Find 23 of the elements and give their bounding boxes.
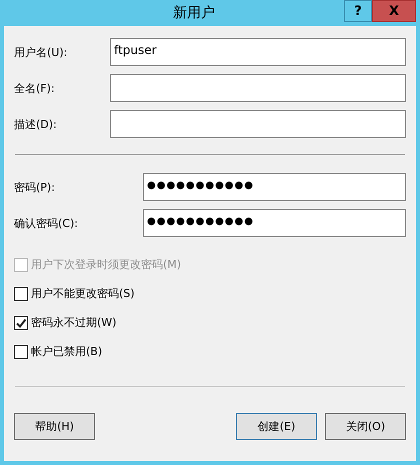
- field-label: 描述(D):: [14, 116, 57, 132]
- password-field[interactable]: ●●●●●●●●●●●: [143, 209, 406, 237]
- field-label: 全名(F):: [14, 80, 55, 96]
- checkbox[interactable]: [14, 286, 28, 300]
- field-label: 密码(P):: [14, 180, 55, 194]
- help-button[interactable]: ?: [344, 0, 372, 22]
- checkbox-label: 帐户已禁用(B): [31, 344, 102, 359]
- close-button[interactable]: X: [372, 0, 416, 22]
- field-label: 确认密码(C):: [14, 216, 78, 230]
- create-button[interactable]: 创建(E): [236, 413, 317, 440]
- checkbox[interactable]: [14, 344, 28, 358]
- help-button[interactable]: 帮助(H): [14, 413, 95, 440]
- password-field[interactable]: ●●●●●●●●●●●: [143, 173, 406, 201]
- input-field[interactable]: [110, 74, 406, 102]
- checkbox-label: 密码永不过期(W): [31, 315, 116, 330]
- checkbox-label: 用户下次登录时须更改密码(M): [31, 257, 182, 272]
- field-label: 用户名(U):: [14, 44, 68, 60]
- close-button[interactable]: 关闭(O): [325, 413, 406, 440]
- checkbox-label: 用户不能更改密码(S): [31, 286, 135, 301]
- input-field[interactable]: [110, 110, 406, 138]
- window-title: 新用户: [172, 4, 216, 23]
- input-field[interactable]: ftpuser: [110, 38, 406, 66]
- checkbox[interactable]: [14, 316, 28, 330]
